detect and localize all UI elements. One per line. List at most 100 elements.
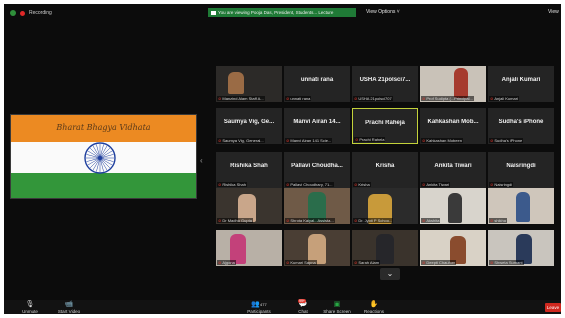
participant-label-text: Naisringdi — [494, 182, 513, 187]
participant-tile[interactable]: ⊘Akshita — [420, 188, 486, 224]
muted-mic-icon: ⊘ — [218, 260, 222, 265]
participant-label-text: USHA 21polsci707 — [358, 96, 392, 101]
muted-mic-icon: ⊘ — [354, 218, 358, 223]
participant-label-text: Kumari Sapna — [290, 260, 316, 265]
muted-mic-icon: ⊘ — [218, 182, 222, 187]
gallery-down-chevron-icon[interactable]: ⌄ — [380, 268, 400, 280]
share-screen-icon: ▣ — [333, 301, 341, 308]
muted-mic-icon: ⊘ — [422, 96, 426, 101]
participant-label: ⊘Ankita Tiwari — [421, 182, 451, 187]
participant-tile[interactable]: ⊘Manzind Alam Staff A... — [216, 66, 282, 102]
participant-label-text: Sarah Alam — [358, 260, 380, 265]
participant-tile[interactable]: Prachi Raheja ⊘Prachi Rahela — [352, 108, 418, 144]
share-screen-button[interactable]: ▣ Share Screen — [322, 301, 352, 314]
participant-label-text: Sudha's iPhone — [494, 138, 523, 143]
participant-label: ⊘Ajgona — [217, 260, 236, 265]
participant-label-text: Dr. Jyoti P Schoo... — [358, 218, 393, 223]
participant-label: ⊘Sarah Alam — [353, 260, 381, 265]
participant-name: Naisringdi — [506, 163, 536, 169]
participant-label: ⊘Shrota Kaiyal...Assista... — [285, 218, 335, 223]
participant-name: Prachi Raheja — [365, 120, 405, 126]
participant-label: ⊘shikha — [489, 218, 507, 223]
muted-mic-icon: ⊘ — [490, 260, 494, 265]
microphone-muted-icon: 🎙 — [25, 301, 35, 308]
participant-tile[interactable]: Kahkashan Mob... ⊘Kahkashan Mobeen — [420, 108, 486, 144]
participant-tile[interactable]: Ankita Tiwari ⊘Ankita Tiwari — [420, 152, 486, 188]
participant-tile[interactable]: ⊘shikha — [488, 188, 554, 224]
participant-figure — [516, 192, 530, 222]
flag-green-band — [11, 173, 196, 198]
participants-icon: 👥477 — [251, 301, 267, 308]
muted-mic-icon: ⊘ — [218, 138, 222, 143]
participant-label: ⊘Saumya Vig, General... — [217, 138, 265, 143]
muted-mic-icon: ⊘ — [422, 138, 426, 143]
participant-tile[interactable]: ⊘Sarah Alam — [352, 230, 418, 266]
video-off-icon: 📹 — [64, 301, 74, 308]
participant-label: ⊘Prof Sudipta (...Principal... — [421, 96, 474, 101]
participant-label: ⊘Krisha — [353, 182, 371, 187]
leave-button[interactable]: Leave — [545, 303, 561, 312]
reactions-button[interactable]: ✋ Reactions — [360, 301, 388, 314]
muted-mic-icon: ⊘ — [422, 218, 426, 223]
participant-label: ⊘Sudha's iPhone — [489, 138, 524, 143]
view-options-button[interactable]: View Options ˅ — [366, 9, 400, 15]
participant-tile[interactable]: Naisringdi ⊘Naisringdi — [488, 152, 554, 188]
participant-name: Krisha — [375, 163, 395, 169]
participant-tile[interactable]: ⊘Deepti Chauhan — [420, 230, 486, 266]
muted-mic-icon: ⊘ — [286, 138, 290, 143]
participant-tile[interactable]: Saumya Vig, Ge... ⊘Saumya Vig, General... — [216, 108, 282, 144]
screen-share-icon — [211, 10, 216, 15]
reactions-icon: ✋ — [369, 301, 379, 308]
participant-tile[interactable]: ⊘Dr. Jyoti P Schoo... — [352, 188, 418, 224]
participant-name: Anjali Kumari — [501, 77, 541, 83]
participant-label: ⊘USHA 21polsci707 — [353, 96, 393, 101]
meeting-toolbar: 🎙 Unmute 📹 Start Video 👥477 Participants… — [4, 299, 561, 314]
participant-label: ⊘Rishika Shah — [217, 182, 247, 187]
participant-label-text: Akshita — [426, 218, 440, 223]
participant-label-text: Shweta Sumant — [494, 260, 523, 265]
participant-label: ⊘Kahkashan Mobeen — [421, 138, 463, 143]
participant-name: Rishika Shah — [230, 163, 268, 169]
participant-label-text: shikha — [494, 218, 506, 223]
info-icon[interactable] — [10, 10, 16, 16]
muted-mic-icon: ⊘ — [490, 96, 494, 101]
participant-tile[interactable]: USHA 21polsci7... ⊘USHA 21polsci707 — [352, 66, 418, 102]
zoom-meeting-window: Recording You are viewing Pooja Das, Pre… — [4, 4, 561, 314]
chat-button[interactable]: 💬 99+ Chat — [292, 299, 314, 314]
participant-label: ⊘Akshita — [421, 218, 441, 223]
participant-tile[interactable]: Rishika Shah ⊘Rishika Shah — [216, 152, 282, 188]
muted-mic-icon: ⊘ — [354, 96, 358, 101]
recording-indicator[interactable]: Recording — [10, 10, 52, 16]
muted-mic-icon: ⊘ — [218, 218, 222, 223]
participant-name: Ankita Tiwari — [434, 163, 472, 169]
muted-mic-icon: ⊘ — [354, 260, 358, 265]
participant-tile[interactable]: Sudha's iPhone ⊘Sudha's iPhone — [488, 108, 554, 144]
gallery-toggle-icon[interactable]: ‹ — [200, 156, 203, 165]
participant-tile[interactable]: Pallavi Choudha... ⊘Pallavi Choudhary, 71… — [284, 152, 350, 188]
participant-label-text: Manzind Alam Staff A... — [222, 96, 264, 101]
participant-figure — [448, 193, 462, 223]
participant-tile[interactable]: unnati rana ⊘unnati rana — [284, 66, 350, 102]
muted-mic-icon: ⊘ — [286, 218, 290, 223]
participant-tile[interactable]: Anjali Kumari ⊘Anjali Kumari — [488, 66, 554, 102]
participant-tile[interactable]: Krisha ⊘Krisha — [352, 152, 418, 188]
participant-figure — [228, 72, 244, 94]
muted-mic-icon: ⊘ — [286, 96, 290, 101]
participant-tile[interactable]: ⊘Shweta Sumant — [488, 230, 554, 266]
participant-tile[interactable]: ⊘Ajgona — [216, 230, 282, 266]
participants-button[interactable]: 👥477 Participants — [244, 301, 274, 314]
participant-tile[interactable]: ⊘Shrota Kaiyal...Assista... — [284, 188, 350, 224]
participant-tile[interactable]: ⊘Prof Sudipta (...Principal... — [420, 66, 486, 102]
participant-label-text: Shrota Kaiyal...Assista... — [290, 218, 334, 223]
muted-mic-icon: ⊘ — [422, 182, 426, 187]
start-video-button[interactable]: 📹 Start Video — [54, 301, 84, 314]
participant-tile[interactable]: ⊘Kumari Sapna — [284, 230, 350, 266]
participant-tile[interactable]: ⊘Dr Madhu Gupta — [216, 188, 282, 224]
participant-label-text: Dr Madhu Gupta — [222, 218, 252, 223]
muted-mic-icon: ⊘ — [490, 218, 494, 223]
unmute-button[interactable]: 🎙 Unmute — [18, 301, 42, 314]
participant-tile[interactable]: Manvi Airan 14... ⊘Manvi Airan 141 Scie..… — [284, 108, 350, 144]
muted-mic-icon: ⊘ — [354, 182, 358, 187]
view-button[interactable]: View — [548, 9, 559, 15]
muted-mic-icon: ⊘ — [218, 96, 222, 101]
